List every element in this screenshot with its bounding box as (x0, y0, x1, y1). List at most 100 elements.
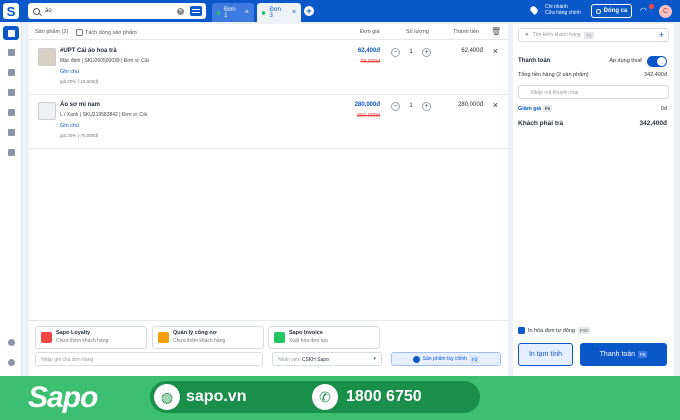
product-name[interactable]: #UPT Cái áo hoa trà (60, 48, 117, 54)
settings-icon[interactable] (5, 126, 17, 138)
close-icon[interactable]: × (493, 46, 498, 56)
close-icon[interactable]: × (292, 9, 296, 16)
close-icon[interactable]: × (493, 100, 498, 110)
website-text[interactable]: sapo.vn (186, 388, 246, 406)
table-header: Sản phẩm (2) Tách dòng sản phẩm Đơn giá … (29, 24, 508, 40)
custom-product-button[interactable]: Sản phẩm tùy chỉnh F2 (391, 352, 501, 366)
minus-button[interactable]: − (391, 47, 400, 57)
staff-value: CSKH Sapo (301, 357, 329, 363)
debt-subtitle: Chưa thêm khách hàng (173, 338, 226, 344)
avatar[interactable]: C (659, 5, 672, 18)
sidebar (0, 22, 22, 376)
plus-icon (412, 355, 420, 363)
notification-dot[interactable] (649, 4, 654, 9)
branch-selector[interactable]: Chi nhánh Cửa hàng chính (529, 4, 581, 16)
loyalty-icon (41, 332, 52, 343)
help-icon[interactable] (5, 336, 17, 348)
old-price: 350,000đ (357, 113, 380, 119)
staff-label: Nhân viên (278, 357, 301, 363)
line-total: 62,400đ (461, 48, 483, 54)
report-icon[interactable] (5, 146, 17, 158)
unit-price[interactable]: 280,000đ (355, 102, 380, 108)
quantity-value[interactable]: 1 (409, 103, 412, 109)
tab-order-3[interactable]: Đơn 3 × (257, 3, 301, 22)
discount-value: 0đ (660, 106, 667, 112)
debt-card[interactable]: Quản lý công nợ Chưa thêm khách hàng (152, 326, 264, 349)
auto-print-checkbox[interactable]: In hóa đơn tự động F10 (518, 327, 590, 334)
loyalty-card[interactable]: Sapo Loyalty Chưa thêm khách hàng (35, 326, 147, 349)
tax-toggle[interactable] (647, 56, 667, 67)
hotline-text[interactable]: 1800 6750 (346, 388, 422, 406)
cart-icon[interactable] (3, 26, 19, 40)
subtotal-value: 342,400đ (644, 72, 667, 78)
clear-icon[interactable]: ✕ (177, 7, 184, 15)
promo-code-input[interactable]: Nhập mã khuyến mại (518, 85, 669, 99)
tab-order-1[interactable]: Đơn 1 × (212, 3, 254, 22)
minus-button[interactable]: − (391, 101, 400, 111)
customer-search-placeholder: Tìm kiếm khách hàng (532, 32, 581, 38)
payment-panel: ● Tìm kiếm khách hàng F4 + Thanh toán Áp… (513, 24, 674, 320)
checkout-label: Thanh toán (599, 351, 636, 358)
phone-icon: ✆ (312, 384, 338, 410)
staff-select[interactable]: Nhân viên CSKH Sapo ▾ (272, 352, 382, 366)
quantity-stepper[interactable]: − 1 + (391, 100, 431, 112)
gear-icon[interactable] (5, 356, 17, 368)
checkbox[interactable] (518, 327, 525, 334)
checkout-button[interactable]: Thanh toán F9 (580, 343, 667, 366)
subtotal-label: Tổng tiền hàng (2 sản phẩm) (518, 72, 589, 78)
loyalty-subtitle: Chưa thêm khách hàng (56, 338, 109, 344)
old-price: 78,000đ (360, 59, 380, 65)
print-draft-button[interactable]: In tạm tính (518, 343, 573, 366)
plus-button[interactable]: + (422, 47, 431, 57)
note-link[interactable]: Ghi chú (60, 123, 79, 129)
split-lines-toggle[interactable]: Tách dòng sản phẩm (76, 29, 137, 36)
promo-text: giả 20% (-70,000đ) (60, 133, 99, 138)
status-dot (262, 10, 266, 15)
payment-actions: In hóa đơn tự động F10 In tạm tính Thanh… (513, 320, 674, 376)
payment-title: Thanh toán (518, 58, 551, 64)
close-shift-label: Đóng ca (603, 8, 628, 14)
header-products: Sản phẩm (2) (35, 29, 69, 35)
shortcut-badge: F10 (578, 327, 590, 334)
document-icon[interactable] (5, 106, 17, 118)
plus-button[interactable]: + (422, 101, 431, 111)
return-icon[interactable] (5, 86, 17, 98)
close-icon[interactable]: × (245, 9, 249, 16)
product-search[interactable]: áo ✕ (28, 3, 206, 19)
user-icon: ● (525, 32, 529, 38)
branch-name: Cửa hàng chính (545, 10, 581, 16)
order-note-input[interactable]: Nhập ghi chú đơn hàng (35, 352, 263, 366)
discount-label[interactable]: Giảm giá F6 (518, 105, 553, 112)
product-image (38, 102, 56, 120)
invoice-icon (274, 332, 285, 343)
product-name[interactable]: Áo sơ mi nam (60, 102, 100, 108)
customer-search-input[interactable]: ● Tìm kiếm khách hàng F4 + (518, 28, 669, 42)
order-panel: Sản phẩm (2) Tách dòng sản phẩm Đơn giá … (29, 24, 508, 320)
power-icon (595, 8, 601, 14)
orders-icon[interactable] (5, 46, 17, 58)
add-tab-button[interactable]: + (304, 6, 314, 16)
quantity-stepper[interactable]: − 1 + (391, 46, 431, 58)
search-icon (33, 7, 40, 15)
invoice-title: Sapo Invoice (289, 330, 323, 336)
quantity-value[interactable]: 1 (409, 49, 412, 55)
search-input[interactable]: áo (45, 8, 177, 14)
barcode-scan-button[interactable] (190, 6, 202, 16)
close-shift-button[interactable]: Đóng ca (591, 4, 632, 18)
box-icon[interactable] (5, 66, 17, 78)
add-customer-button[interactable]: + (659, 30, 664, 40)
checkbox[interactable] (76, 29, 83, 36)
sapo-logo[interactable]: S (3, 3, 19, 19)
pay-label: Khách phải trả (518, 120, 564, 127)
top-bar: S áo ✕ Đơn 1 × Đơn 3 × + Chi nhánh Cửa h… (0, 0, 680, 22)
note-link[interactable]: Ghi chú (60, 69, 79, 75)
tax-label: Áp dụng thuế (609, 58, 642, 64)
unit-price[interactable]: 62,400đ (358, 48, 380, 54)
trash-icon[interactable]: 🗑 (491, 27, 501, 36)
pay-value: 342,400đ (639, 120, 667, 127)
invoice-card[interactable]: Sapo Invoice Xuất hóa đơn lưu (268, 326, 380, 349)
sapo-banner-logo: Sapo (28, 381, 98, 414)
status-dot (217, 10, 221, 15)
chevron-down-icon: ▾ (373, 356, 376, 362)
debt-icon (158, 332, 169, 343)
